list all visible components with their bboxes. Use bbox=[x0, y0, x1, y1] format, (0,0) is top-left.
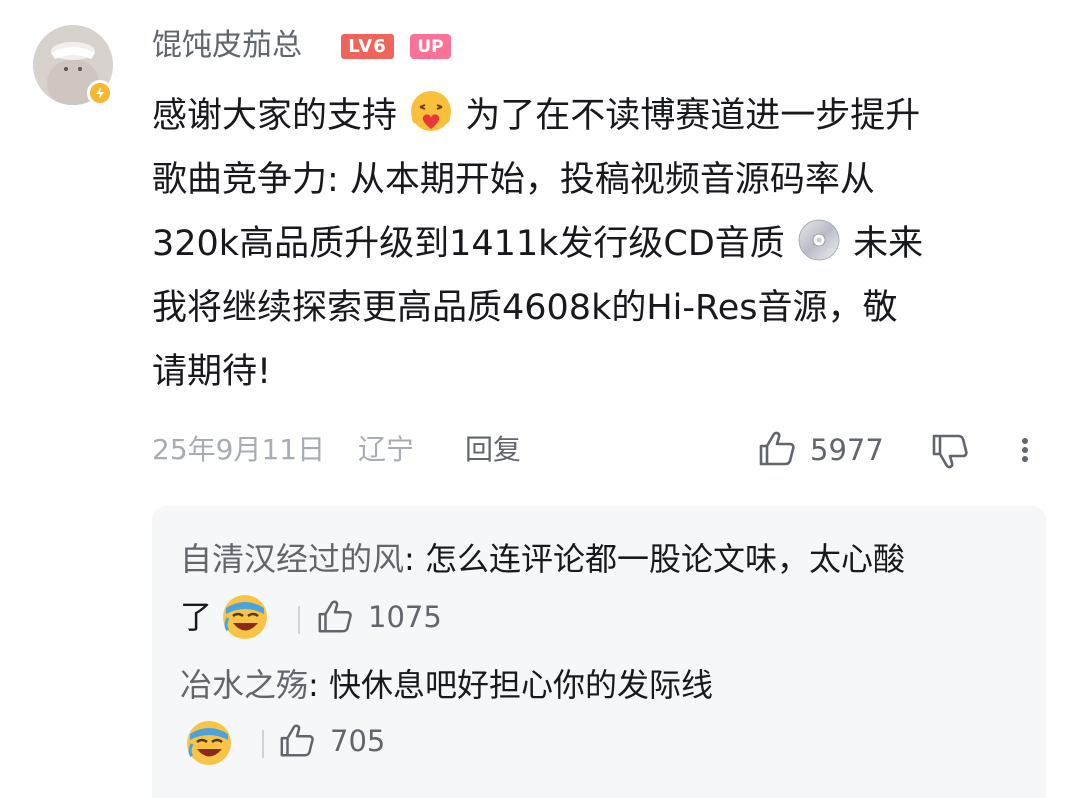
verified-badge-icon bbox=[87, 80, 113, 106]
username[interactable]: 馄饨皮茄总 bbox=[152, 26, 302, 66]
comment-line-5: 请期待! bbox=[152, 352, 272, 392]
reply-button[interactable]: 回复 bbox=[465, 430, 521, 470]
thumbs-up-icon[interactable] bbox=[278, 722, 316, 760]
reply-2-line-1: 冶水之殇: 快休息吧好担心你的发际线 bbox=[180, 666, 713, 704]
thumbs-up-icon[interactable] bbox=[757, 429, 797, 469]
divider bbox=[298, 606, 300, 634]
like-count: 5977 bbox=[810, 433, 884, 467]
thumbs-down-icon[interactable] bbox=[930, 431, 970, 471]
replies-panel: 自清汉经过的风: 怎么连评论都一股论文味，太心酸 了 1075 冶水之殇: 快休… bbox=[152, 506, 1046, 798]
reply-2-like-count: 705 bbox=[330, 724, 386, 758]
more-vertical-icon[interactable] bbox=[1012, 430, 1038, 470]
reply-author[interactable]: 自清汉经过的风 bbox=[180, 540, 404, 578]
crying-laugh-emoji-icon bbox=[223, 595, 267, 639]
reply-1-line-2: 了 bbox=[180, 598, 213, 636]
comment-date: 25年9月11日 bbox=[152, 433, 326, 466]
comment-location: 辽宁 bbox=[358, 433, 415, 466]
thumbs-up-icon[interactable] bbox=[316, 598, 354, 636]
reply-author[interactable]: 冶水之殇 bbox=[180, 666, 308, 704]
comment-body: 感谢大家的支持 为了在不读博赛道进一步提升 歌曲竞争力: 从本期开始，投稿视频音… bbox=[152, 84, 1042, 404]
reply-1-like-count: 1075 bbox=[368, 600, 442, 634]
comment-line-1: 感谢大家的支持 为了在不读博赛道进一步提升 bbox=[152, 84, 1042, 148]
reply-1-line-1: 自清汉经过的风: 怎么连评论都一股论文味，太心酸 bbox=[180, 540, 905, 578]
up-badge: UP bbox=[410, 34, 451, 59]
comment-line-2: 歌曲竞争力: 从本期开始，投稿视频音源码率从 bbox=[152, 160, 875, 200]
divider bbox=[262, 730, 264, 758]
comment-line-4: 我将继续探索更高品质4608k的Hi-Res音源，敬 bbox=[152, 288, 898, 328]
crying-laugh-emoji-icon bbox=[187, 721, 231, 765]
hugging-heart-emoji-icon bbox=[411, 91, 452, 131]
cd-disc-emoji-icon bbox=[798, 219, 840, 261]
level-badge: LV6 bbox=[341, 34, 394, 59]
comment-line-3: 320k高品质升级到1411k发行级CD音质 未来 bbox=[152, 212, 1042, 276]
